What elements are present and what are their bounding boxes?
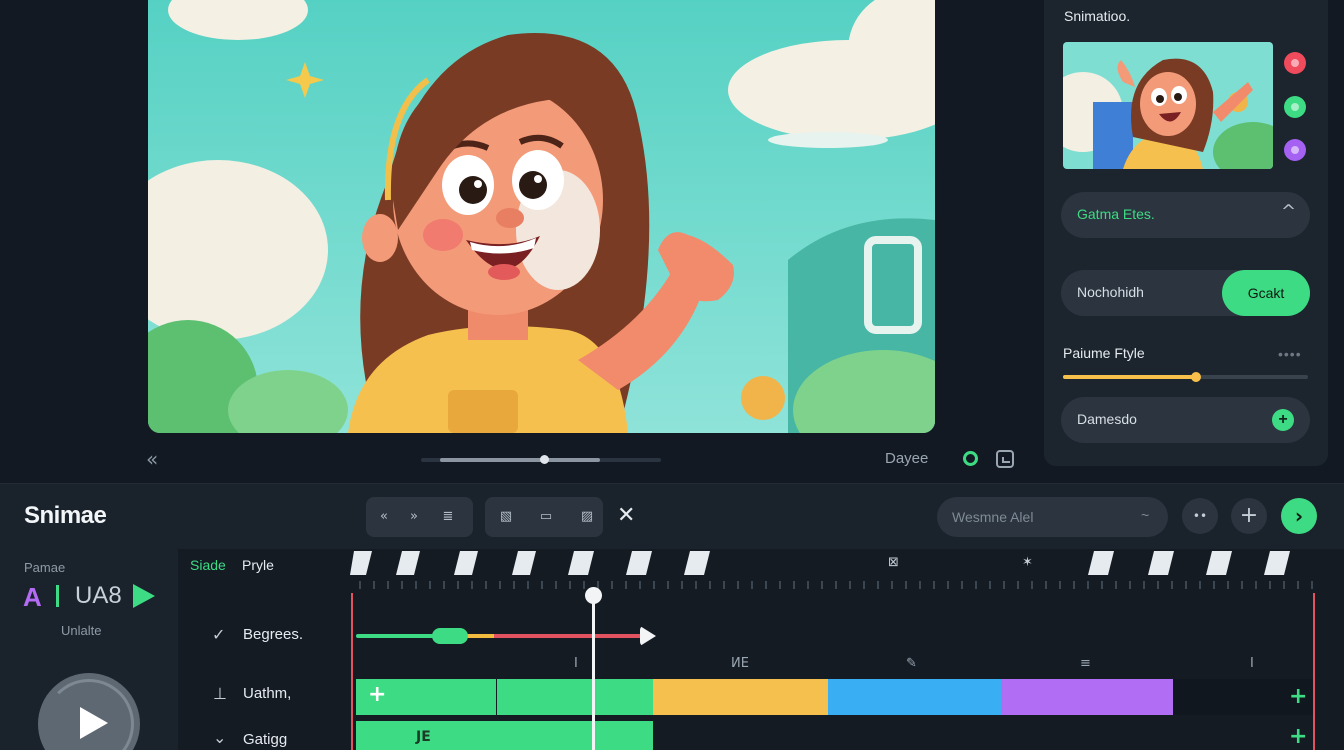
forward-icon[interactable]: » — [406, 509, 422, 525]
app-title: Snimae — [24, 502, 107, 529]
purple-swatch[interactable] — [1284, 139, 1306, 161]
timeline-marker[interactable]: I — [1250, 656, 1254, 671]
snap-icon[interactable]: ✶ — [1022, 555, 1033, 570]
video-editor-app: « Dayee Snimatioo. Gatma Etes. ^ Nochohi… — [0, 0, 1344, 750]
timeline-clip[interactable] — [356, 721, 653, 750]
preview-scrubber-fill — [440, 458, 600, 462]
chevron-up-icon: ^ — [1281, 201, 1297, 222]
timeline-marker[interactable]: I — [574, 656, 578, 671]
crop-icon[interactable] — [996, 450, 1014, 468]
timecode: UA8 — [75, 582, 122, 609]
options-button[interactable]: •• — [1182, 498, 1218, 534]
red-swatch[interactable] — [1284, 52, 1306, 74]
effects-dropdown[interactable]: Gatma Etes. ^ — [1061, 192, 1310, 238]
marker-icon[interactable]: ⊠ — [888, 555, 899, 570]
motion-segment-red — [494, 634, 640, 638]
timeline-mode-label[interactable]: Siade — [190, 557, 226, 573]
effects-dropdown-label: Gatma Etes. — [1077, 206, 1155, 222]
cursor-indicator — [56, 585, 59, 607]
action-row-label: Nochohidh — [1077, 284, 1144, 300]
motion-keyframe-handle[interactable] — [432, 628, 468, 644]
track-type-icon: ⊥ — [213, 684, 227, 703]
close-icon[interactable]: ✕ — [617, 503, 635, 528]
add-clip-end-icon[interactable]: + — [1289, 684, 1307, 709]
motion-end-arrow[interactable] — [640, 626, 656, 646]
add-clip-end-icon[interactable]: + — [1289, 724, 1307, 749]
thumbnail-illustration — [1063, 42, 1273, 169]
check-icon[interactable]: ✓ — [212, 625, 225, 644]
preview-label: Dayee — [885, 450, 929, 467]
play-button-icon — [80, 707, 108, 739]
clip-label: JE — [416, 729, 431, 745]
timeline-clip[interactable] — [653, 679, 828, 715]
track-label-effects: Begrees. — [243, 626, 304, 643]
list-icon[interactable]: ≣ — [440, 509, 456, 525]
search-input[interactable]: Wesmne Alel ~ — [937, 497, 1168, 537]
track-label-audio: Uathm, — [243, 685, 292, 702]
timeline-ruler[interactable] — [350, 549, 1330, 599]
add-row[interactable]: Damesdo + — [1061, 397, 1310, 443]
timeline-clip[interactable] — [1001, 679, 1173, 715]
preview-scrubber-handle[interactable] — [540, 455, 549, 464]
mode-letter[interactable]: A — [23, 582, 42, 613]
playhead-handle[interactable] — [585, 587, 602, 604]
add-row-label: Damesdo — [1077, 411, 1137, 427]
timeline-style-label: Pryle — [242, 557, 274, 573]
timeline-end-marker — [1313, 593, 1315, 750]
preview-thumbnail[interactable] — [1063, 42, 1273, 169]
preview-illustration — [148, 0, 935, 433]
search-toggle-icon: ~ — [1141, 507, 1150, 523]
transport-sublabel: Unlalte — [61, 623, 102, 638]
next-button[interactable]: › — [1281, 498, 1317, 534]
edit-marker-icon[interactable]: ✎ — [906, 656, 917, 671]
timeline-clip[interactable] — [828, 679, 1001, 715]
action-button[interactable]: Gcakt — [1222, 270, 1310, 316]
rewind-icon[interactable]: « — [376, 509, 392, 525]
add-button[interactable]: + — [1231, 498, 1267, 534]
style-slider-handle[interactable] — [1191, 372, 1201, 382]
add-clip-icon[interactable]: + — [368, 682, 386, 707]
panel-title: Snimatioo. — [1064, 8, 1131, 24]
list-marker-icon[interactable]: ≡ — [1080, 656, 1091, 671]
style-label: Paiume Ftyle — [1063, 345, 1145, 361]
more-icon[interactable]: •••• — [1278, 346, 1302, 362]
frame-icon[interactable]: ▭ — [538, 509, 554, 525]
green-swatch[interactable] — [1284, 96, 1306, 118]
timeline-clip[interactable] — [497, 679, 653, 715]
motion-segment-yellow — [464, 634, 494, 638]
grid-icon[interactable]: ▧ — [498, 509, 514, 525]
style-slider-fill — [1063, 375, 1196, 379]
search-placeholder: Wesmne Alel — [952, 509, 1034, 525]
action-row: Nochohidh Gcakt — [1061, 270, 1310, 316]
add-icon[interactable]: + — [1272, 409, 1294, 431]
transport-label: Pamae — [24, 560, 66, 575]
video-preview[interactable] — [148, 0, 935, 433]
playhead[interactable] — [592, 598, 595, 750]
back-icon[interactable]: « — [146, 447, 170, 471]
chevron-down-icon[interactable]: ⌄ — [213, 728, 226, 747]
record-icon[interactable] — [963, 451, 978, 466]
play-icon[interactable] — [133, 584, 155, 608]
timeline-start-marker — [351, 593, 353, 750]
track-label-settings: Gatigg — [243, 731, 288, 748]
crop-tool-icon[interactable]: ▨ — [579, 509, 595, 525]
timeline-marker[interactable]: ИЕ — [731, 656, 749, 671]
